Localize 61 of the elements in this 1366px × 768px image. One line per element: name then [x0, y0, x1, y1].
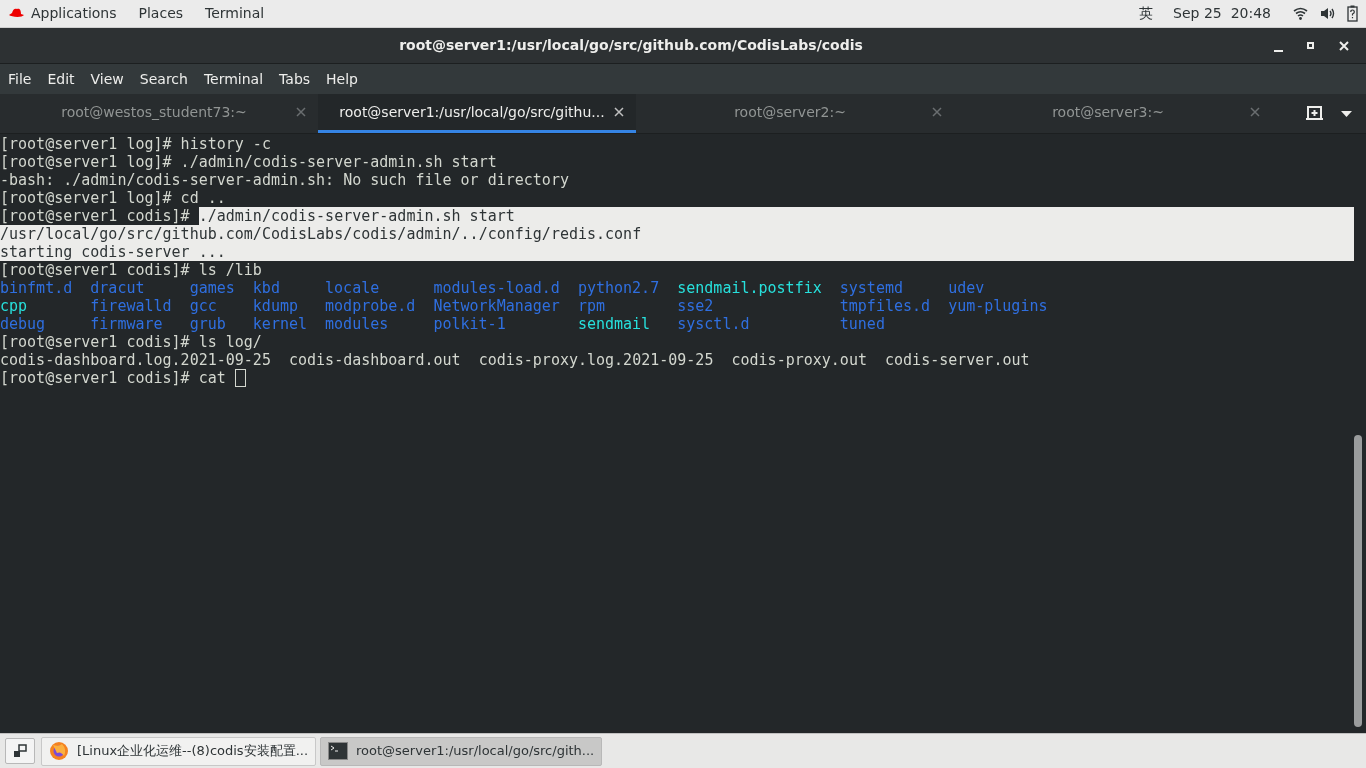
windows-icon [13, 744, 27, 758]
new-tab-icon[interactable] [1306, 106, 1323, 121]
menu-item[interactable]: Terminal [203, 68, 264, 90]
clock[interactable]: Sep 25 20:48 [1173, 3, 1271, 24]
file-name: sse2 [677, 297, 715, 315]
menu-item[interactable]: Edit [47, 68, 75, 90]
scrollbar-thumb[interactable] [1354, 435, 1362, 727]
file-name: firmware [90, 315, 164, 333]
file-name: modprobe.d [325, 297, 417, 315]
terminal-icon [328, 742, 349, 760]
taskbar-button[interactable]: root@server1:/usr/local/go/src/gith... [320, 736, 603, 766]
input-method-indicator[interactable]: 英 [1139, 3, 1154, 24]
close-icon [1339, 40, 1349, 51]
file-name: dracut [90, 279, 146, 297]
file-name: firewalld [90, 297, 173, 315]
file-name: binfmt.d [0, 279, 74, 297]
file-name: modules [325, 315, 390, 333]
file-name: rpm [577, 297, 606, 315]
file-name: tuned [839, 315, 886, 333]
menu-item[interactable]: File [8, 68, 32, 90]
menu-item[interactable]: View [90, 68, 124, 90]
file-name: yum-plugins [948, 297, 1049, 315]
battery-icon[interactable] [1347, 5, 1358, 22]
file-name: kernel [252, 315, 308, 333]
file-name: polkit-1 [433, 315, 507, 333]
top-menu[interactable]: Terminal [205, 3, 265, 24]
file-name: kbd [252, 279, 281, 297]
window-title: root@server1:/usr/local/go/src/github.com/CodisLabs/codis [399, 36, 863, 55]
wifi-icon[interactable] [1293, 7, 1308, 20]
file-name: debug [0, 315, 47, 333]
file-name: sendmail [577, 315, 652, 333]
terminal-tab[interactable]: root@server3:~ [954, 94, 1272, 133]
top-menu[interactable]: Applications [31, 3, 117, 24]
file-name: kdump [252, 297, 299, 315]
terminal-tab[interactable]: root@server2:~ [636, 94, 954, 133]
taskbar-button[interactable]: [Linux企业化运维--(8)codis安装配置... [41, 736, 317, 766]
dropdown-caret-icon[interactable] [1341, 110, 1352, 117]
hat-icon [8, 7, 25, 20]
top-menu[interactable]: Places [138, 3, 184, 24]
menu-item[interactable]: Search [139, 68, 188, 90]
file-name: modules-load.d [433, 279, 561, 297]
close-tab-icon[interactable] [614, 107, 624, 117]
file-name: sysctl.d [677, 315, 751, 333]
file-name: sendmail.postfix [677, 279, 823, 297]
browser-icon [49, 741, 69, 761]
file-name: cpp [0, 297, 29, 315]
file-name: gcc [189, 297, 218, 315]
menu-item[interactable]: Tabs [279, 68, 311, 90]
menu-item[interactable]: Help [326, 68, 358, 90]
terminal-tab[interactable]: root@server1:/usr/local/go/src/githu... [318, 94, 636, 133]
file-name: NetworkManager [433, 297, 561, 315]
file-name: locale [325, 279, 381, 297]
file-name: systemd [839, 279, 904, 297]
file-name: games [189, 279, 236, 297]
volume-icon[interactable] [1320, 7, 1335, 20]
terminal-tab[interactable]: root@westos_student73:~ [0, 94, 318, 133]
file-name: tmpfiles.d [839, 297, 932, 315]
show-desktop-button[interactable] [5, 738, 35, 764]
file-name: udev [948, 279, 986, 297]
file-name: grub [189, 315, 227, 333]
file-name: python2.7 [577, 279, 661, 297]
